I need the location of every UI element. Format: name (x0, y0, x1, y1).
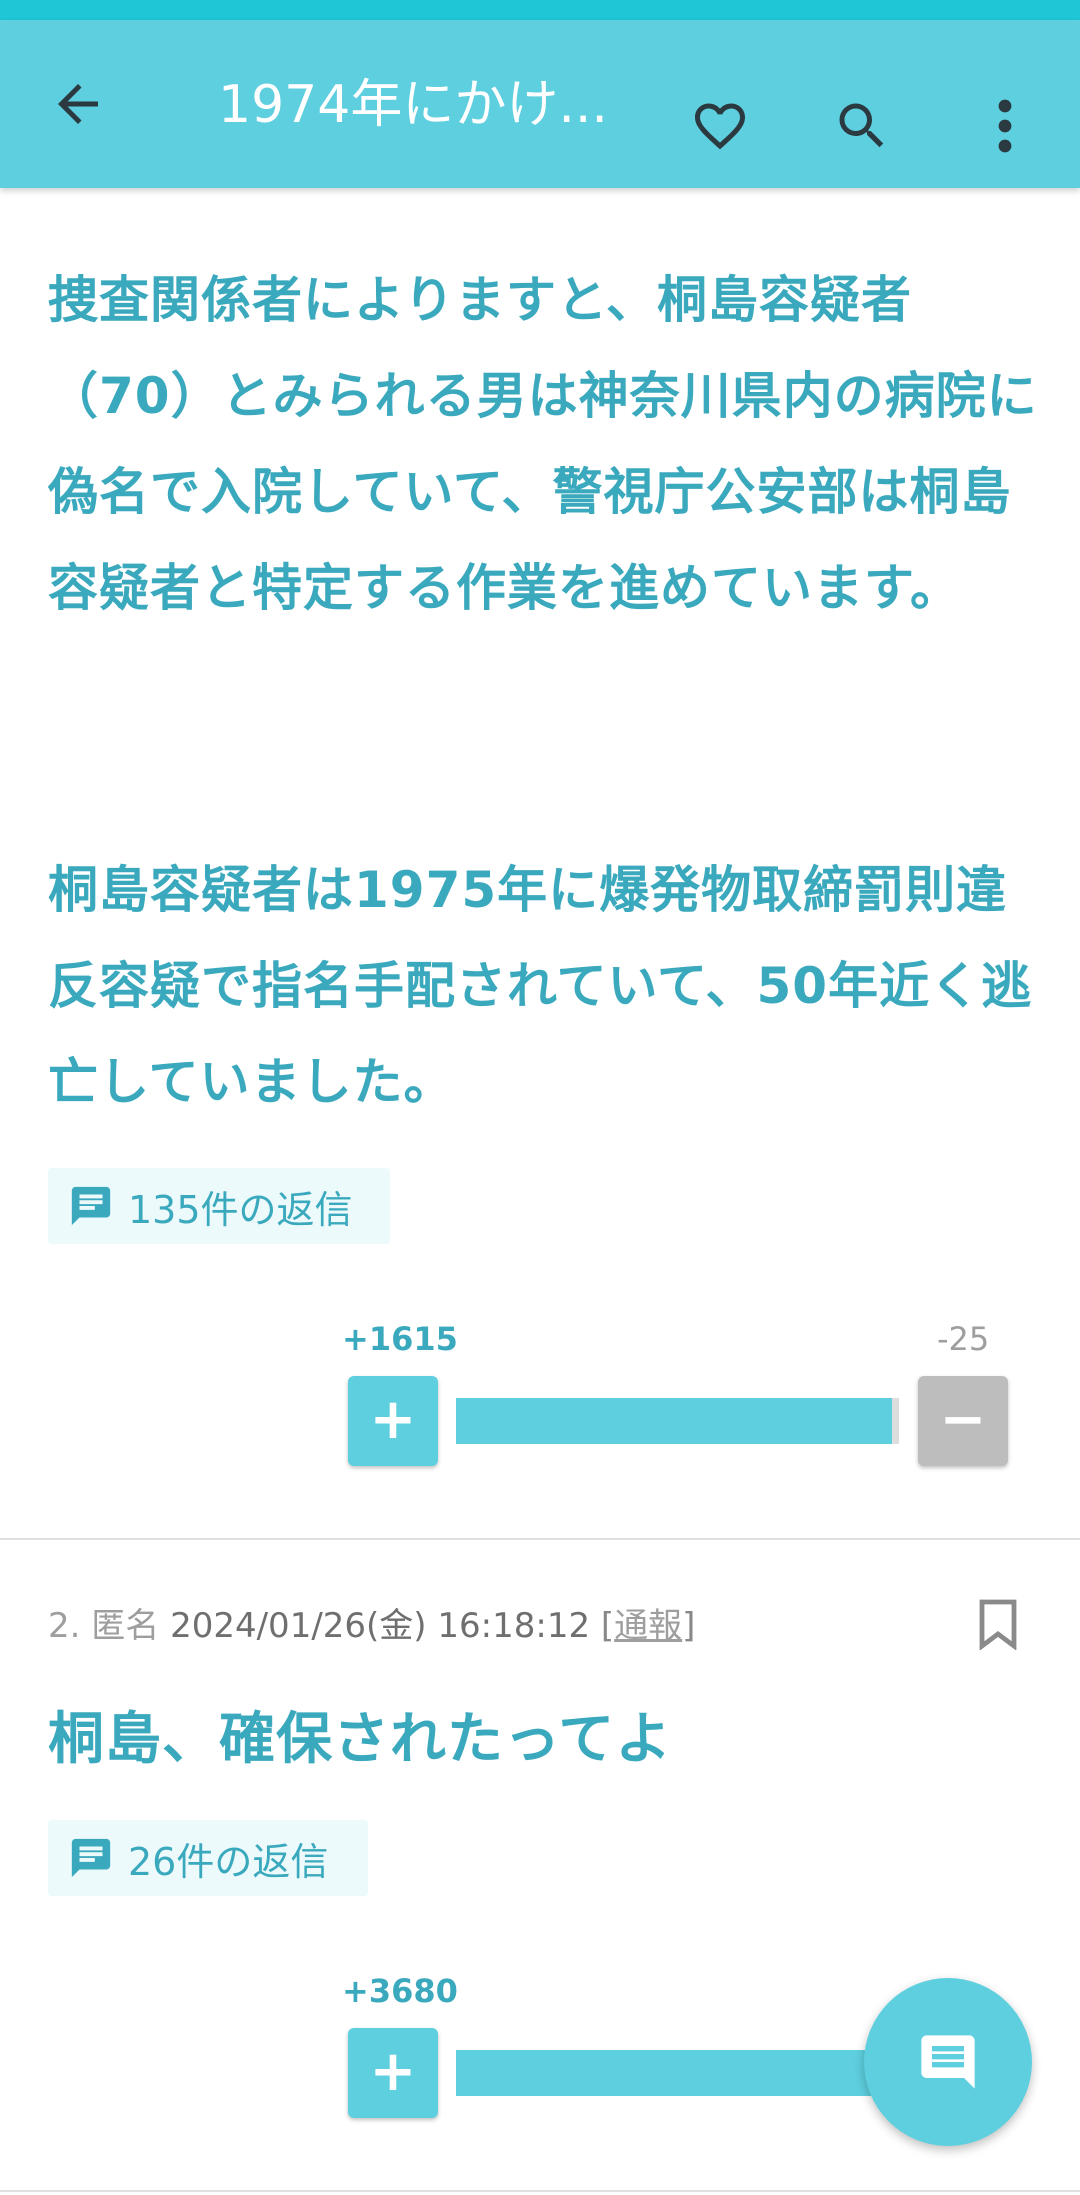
post-datetime: 2024/01/26(金) 16:18:12 (170, 1606, 591, 1646)
upvote-button[interactable]: + (348, 2028, 438, 2118)
bookmark-icon[interactable] (974, 1598, 1022, 1650)
app-bar: 1974年にかけ... (0, 20, 1080, 188)
vote-ratio-fill (456, 2050, 899, 2096)
post-body-paragraph: 捜査関係者によりますと、桐島容疑者（70）とみられる男は神奈川県内の病院に偽名で… (48, 271, 1038, 617)
page-title: 1974年にかけ... (218, 75, 608, 135)
upvote-button[interactable]: + (348, 1376, 438, 1466)
compose-comment-button[interactable] (864, 1978, 1032, 2146)
post-body: 桐島、確保されたってよ (48, 1707, 673, 1772)
downvote-button[interactable]: − (918, 1376, 1008, 1466)
replies-count-label: 135件の返信 (128, 1187, 353, 1232)
post-divider (0, 1538, 1080, 1540)
comment-icon (68, 1835, 114, 1881)
comment-icon (68, 1183, 114, 1229)
post-divider (0, 2190, 1080, 2192)
heart-icon[interactable] (690, 96, 750, 156)
vote-ratio-fill (456, 1398, 893, 1444)
post-author: 匿名 (91, 1606, 160, 1646)
post-meta: 2. 匿名 2024/01/26(金) 16:18:12 [通報] (48, 1598, 695, 1647)
more-vert-icon[interactable] (990, 96, 1020, 156)
back-arrow-icon[interactable] (48, 74, 108, 134)
replies-button[interactable]: 26件の返信 (48, 1820, 368, 1896)
search-icon[interactable] (832, 96, 892, 156)
post-number: 2. (48, 1606, 81, 1646)
chat-bubble-icon (914, 2030, 982, 2094)
report-bracket-open: [ (600, 1606, 615, 1646)
report-bracket-close: ] (682, 1606, 696, 1646)
post-body-paragraph: 桐島容疑者は1975年に爆発物取締罰則違反容疑で指名手配されていて、50年近く逃… (48, 861, 1033, 1111)
plus-vote-count: +1615 (342, 1320, 458, 1358)
vote-ratio-bar (456, 2050, 899, 2096)
plus-vote-count: +3680 (342, 1972, 458, 2010)
replies-button[interactable]: 135件の返信 (48, 1168, 390, 1244)
vote-ratio-bar (456, 1398, 899, 1444)
minus-vote-count: -25 (937, 1320, 990, 1358)
status-bar (0, 0, 1080, 20)
replies-count-label: 26件の返信 (128, 1839, 329, 1884)
report-link[interactable]: 通報 (614, 1606, 682, 1646)
